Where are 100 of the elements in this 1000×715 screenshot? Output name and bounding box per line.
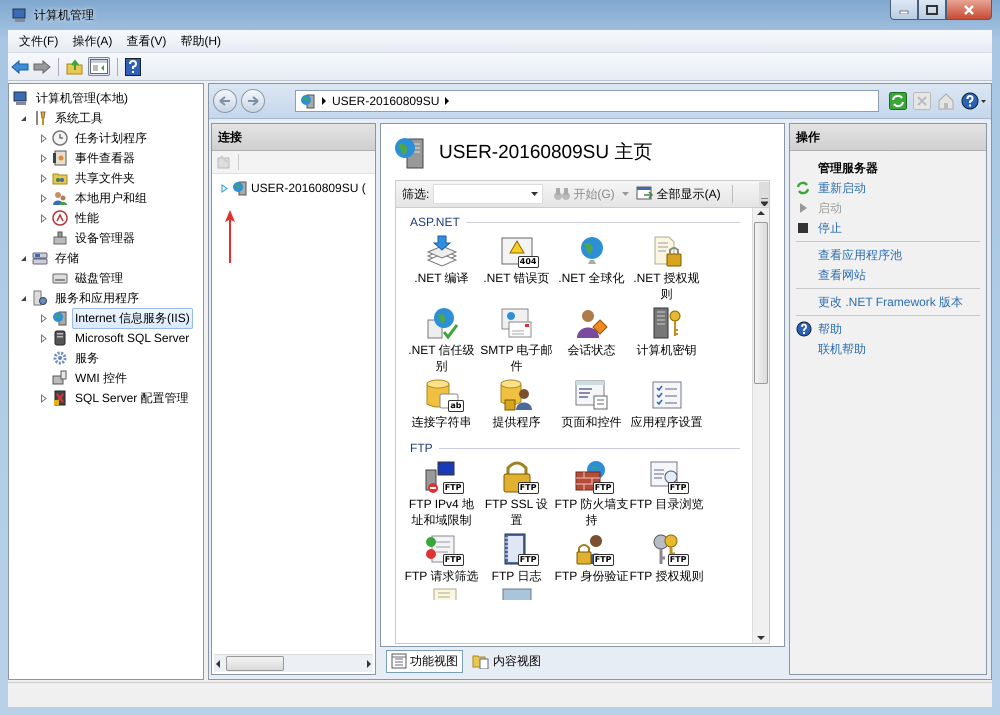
forward-arrow-icon[interactable] xyxy=(33,58,51,74)
collapsed-arrow-icon[interactable] xyxy=(39,214,48,222)
collapsed-arrow-icon[interactable] xyxy=(39,334,48,342)
feature-item[interactable]: 提供程序 xyxy=(479,378,554,430)
action-link[interactable]: 停止 xyxy=(818,220,842,236)
feature-label: .NET 全球化 xyxy=(558,270,625,286)
feature-item[interactable]: FTP FTP 目录浏览 xyxy=(629,460,704,528)
tree-item[interactable]: 计算机管理(本地) xyxy=(33,88,131,108)
folder-up-icon[interactable] xyxy=(66,58,84,74)
tree-item[interactable]: 事件查看器 xyxy=(72,148,138,168)
forward-button[interactable] xyxy=(241,89,265,113)
expanded-arrow-icon[interactable] xyxy=(19,254,28,262)
action-link[interactable]: 重新启动 xyxy=(818,180,866,196)
group-heading: ASP.NET xyxy=(410,215,460,229)
tree-item[interactable]: Microsoft SQL Server xyxy=(72,329,192,347)
tree-item[interactable]: SQL Server 配置管理 xyxy=(72,388,192,408)
feature-label: FTP IPv4 地址和域限制 xyxy=(408,496,476,528)
expanded-arrow-icon[interactable] xyxy=(19,294,28,302)
collapsed-arrow-icon[interactable] xyxy=(39,194,48,202)
vertical-scrollbar[interactable] xyxy=(752,208,769,643)
scroll-down-icon[interactable] xyxy=(757,633,765,643)
dropdown-caret-icon[interactable] xyxy=(531,192,538,196)
help-icon[interactable] xyxy=(961,92,987,110)
feature-item[interactable]: FTP FTP SSL 设置 xyxy=(479,460,554,528)
action-link[interactable]: 更改 .NET Framework 版本 xyxy=(818,294,964,310)
horizontal-scrollbar[interactable] xyxy=(214,654,373,672)
scroll-left-icon[interactable] xyxy=(214,658,222,668)
feature-item[interactable]: 页面和控件 xyxy=(554,378,629,430)
feature-item[interactable]: .NET 授权规则 xyxy=(629,234,704,302)
breadcrumb[interactable]: USER-20160809SU xyxy=(332,94,440,108)
feature-item[interactable]: FTP FTP 日志 xyxy=(479,532,554,584)
feature-item[interactable]: FTP FTP IPv4 地址和域限制 xyxy=(404,460,479,528)
menu-item[interactable]: 文件(F) xyxy=(12,32,66,50)
breadcrumb-arrow-icon[interactable] xyxy=(322,97,326,105)
tree-item[interactable]: 任务计划程序 xyxy=(72,128,150,148)
tree-item[interactable]: 服务 xyxy=(72,348,102,368)
collapsed-arrow-icon[interactable] xyxy=(39,134,48,142)
tree-item[interactable]: 设备管理器 xyxy=(72,228,138,248)
back-arrow-icon[interactable] xyxy=(11,58,29,74)
connection-item[interactable]: USER-20160809SU ( xyxy=(251,181,366,195)
collapsed-arrow-icon[interactable] xyxy=(39,174,48,182)
collapsed-arrow-icon[interactable] xyxy=(39,314,48,322)
console-tree-toggle-button[interactable] xyxy=(88,57,110,76)
scroll-right-icon[interactable] xyxy=(365,658,373,668)
action-link[interactable]: 查看网站 xyxy=(818,266,866,284)
icon-badge: FTP xyxy=(668,482,688,494)
refresh-icon[interactable] xyxy=(889,92,907,110)
tree-item[interactable]: Internet 信息服务(IIS) xyxy=(72,308,193,328)
feature-item[interactable]: 应用程序设置 xyxy=(629,378,704,430)
filter-field[interactable] xyxy=(433,184,544,204)
feature-item[interactable]: FTP FTP 请求筛选 xyxy=(404,532,479,584)
breadcrumb-arrow-icon[interactable] xyxy=(445,97,450,105)
feature-item[interactable]: .NET 全球化 xyxy=(554,234,629,302)
feature-item[interactable]: ab 连接字符串 xyxy=(404,378,479,430)
window-title: 计算机管理 xyxy=(34,6,94,24)
toolbar-overflow-button[interactable] xyxy=(759,182,769,206)
feature-item[interactable]: FTP FTP 防火墙支持 xyxy=(554,460,629,528)
tree-item[interactable]: 系统工具 xyxy=(52,108,106,128)
feature-item[interactable]: .NET 信任级别 xyxy=(404,306,479,374)
action-link[interactable]: 帮助 xyxy=(818,320,842,338)
feature-item[interactable]: FTP FTP 授权规则 xyxy=(629,532,704,584)
collapsed-arrow-icon[interactable] xyxy=(39,394,48,402)
action-link[interactable]: 联机帮助 xyxy=(818,340,866,358)
back-button[interactable] xyxy=(213,89,237,113)
tree-item[interactable]: 共享文件夹 xyxy=(72,168,138,188)
feature-item[interactable]: FTP FTP 身份验证 xyxy=(554,532,629,584)
tree-item[interactable]: 性能 xyxy=(72,208,102,228)
show-all-button[interactable]: 全部显示(A) xyxy=(632,184,724,204)
menu-item[interactable]: 操作(A) xyxy=(65,32,120,50)
maximize-button[interactable] xyxy=(918,0,946,20)
tree-item[interactable]: WMI 控件 xyxy=(72,368,130,388)
globe-server-icon xyxy=(52,310,68,326)
expanded-arrow-icon[interactable] xyxy=(19,114,28,122)
feature-item[interactable]: 会话状态 xyxy=(554,306,629,374)
feature-label: .NET 信任级别 xyxy=(407,342,476,374)
icon-badge: FTP xyxy=(518,554,538,566)
log-book-icon xyxy=(52,150,68,166)
view-tab[interactable]: 内容视图 xyxy=(467,650,546,672)
feature-item[interactable]: 计算机密钥 xyxy=(629,306,704,374)
help-icon[interactable] xyxy=(125,58,141,76)
tree-item[interactable]: 磁盘管理 xyxy=(72,268,126,288)
tree-item[interactable]: 存储 xyxy=(52,248,82,268)
minimize-button[interactable] xyxy=(890,0,918,20)
feature-item[interactable]: .NET 编译 xyxy=(404,234,479,302)
menu-item[interactable]: 帮助(H) xyxy=(173,32,228,50)
close-button[interactable] xyxy=(946,0,992,20)
feature-label: FTP 防火墙支持 xyxy=(554,496,629,528)
feature-item[interactable]: 404 .NET 错误页 xyxy=(479,234,554,302)
collapsed-arrow-icon[interactable] xyxy=(39,154,48,162)
feature-label: 会话状态 xyxy=(568,342,616,358)
tree-item[interactable]: 本地用户和组 xyxy=(72,188,150,208)
feature-label: FTP 目录浏览 xyxy=(630,496,704,512)
tree-item[interactable]: 服务和应用程序 xyxy=(52,288,142,308)
scroll-up-icon[interactable] xyxy=(757,208,765,218)
section-heading: 管理服务器 xyxy=(818,160,878,176)
feature-item[interactable]: SMTP 电子邮件 xyxy=(479,306,554,374)
view-tab[interactable]: 功能视图 xyxy=(386,650,463,672)
address-bar[interactable]: USER-20160809SU xyxy=(295,90,879,112)
action-link[interactable]: 查看应用程序池 xyxy=(818,246,902,264)
menu-item[interactable]: 查看(V) xyxy=(119,32,174,50)
